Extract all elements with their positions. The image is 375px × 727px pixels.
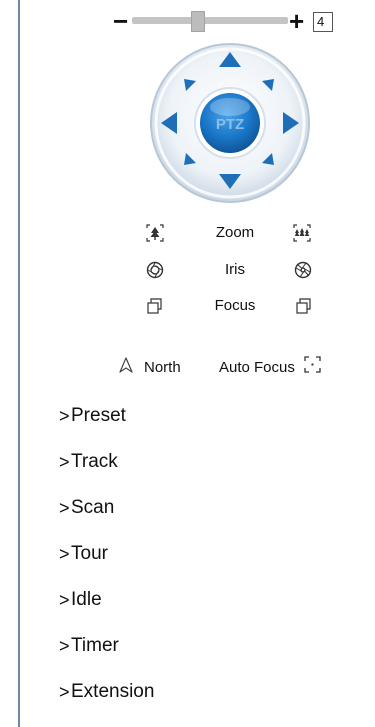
menu-item-track[interactable]: > Track [59,450,154,496]
speed-slider-thumb[interactable] [191,11,205,32]
zoom-in-icon[interactable] [293,224,311,242]
chevron-right-icon: > [59,590,70,610]
menu-item-label: Idle [71,589,102,610]
speed-decrease-button[interactable]: − [113,8,128,34]
chevron-right-icon: > [59,682,70,702]
chevron-right-icon: > [59,406,70,426]
menu-item-tour[interactable]: > Tour [59,542,154,588]
ptz-function-menu: > Preset > Track > Scan > Tour > Idle > … [59,404,154,726]
speed-slider-track[interactable] [132,17,288,24]
chevron-right-icon: > [59,452,70,472]
auto-focus-icon [304,356,321,378]
menu-item-label: Preset [71,405,126,426]
speed-increase-button[interactable]: + [289,8,304,34]
north-button[interactable]: North [118,356,181,378]
zoom-out-icon[interactable] [146,224,164,242]
menu-item-extension[interactable]: > Extension [59,680,154,726]
chevron-right-icon: > [59,498,70,518]
ptz-center-button[interactable]: PTZ [194,87,266,159]
menu-item-label: Extension [71,681,155,702]
focus-near-icon[interactable] [146,297,164,315]
menu-item-idle[interactable]: > Idle [59,588,154,634]
focus-far-icon[interactable] [295,297,313,315]
north-icon [118,356,134,378]
menu-item-timer[interactable]: > Timer [59,634,154,680]
menu-item-scan[interactable]: > Scan [59,496,154,542]
chevron-right-icon: > [59,544,70,564]
menu-item-label: Tour [71,543,108,564]
iris-label: Iris [225,261,245,278]
ptz-dial: PTZ [146,43,314,211]
north-label: North [144,358,181,376]
ptz-center-label: PTZ [216,116,244,133]
iris-open-icon[interactable] [146,261,164,279]
speed-value-box[interactable]: 4 [313,12,333,32]
chevron-right-icon: > [59,636,70,656]
iris-close-icon[interactable] [294,261,312,279]
menu-item-label: Track [71,451,118,472]
menu-item-label: Scan [71,497,115,518]
auto-focus-button[interactable]: Auto Focus [219,356,321,378]
focus-label: Focus [214,297,256,314]
menu-item-label: Timer [71,635,119,656]
left-panel-divider [18,0,20,727]
zoom-label: Zoom [215,224,255,241]
auto-focus-label: Auto Focus [219,358,295,376]
menu-item-preset[interactable]: > Preset [59,404,154,450]
